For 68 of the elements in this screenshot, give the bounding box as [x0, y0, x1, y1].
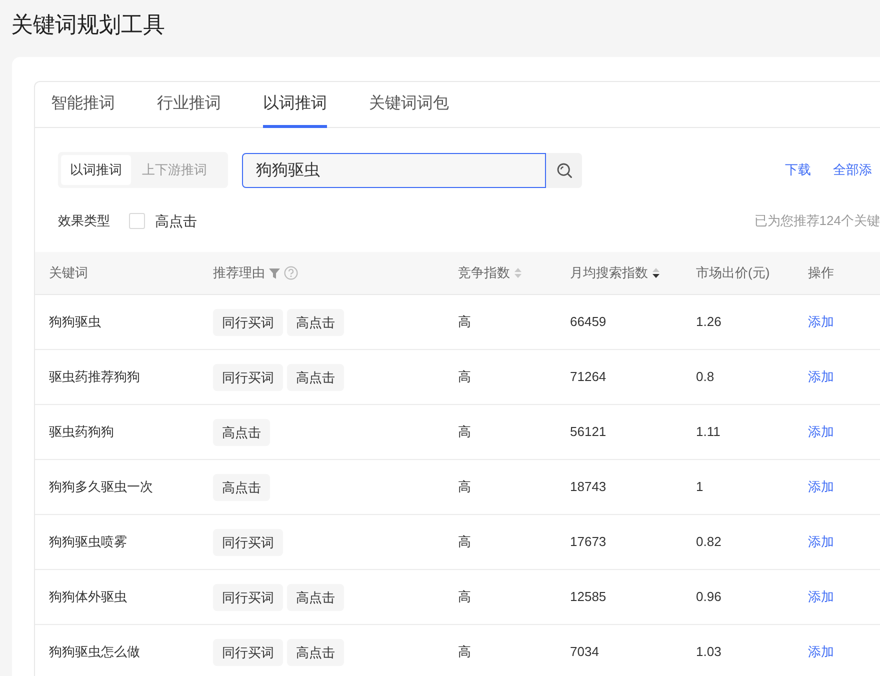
keyword-text: 狗狗多久驱虫一次	[49, 478, 153, 496]
add-link[interactable]: 添加	[808, 367, 834, 387]
reason-tag: 高点击	[287, 584, 344, 610]
search-index-text: 66459	[570, 313, 606, 332]
checkbox-label[interactable]: 高点击	[155, 210, 197, 232]
column-header: 推荐理由	[213, 264, 265, 282]
search-button[interactable]	[546, 152, 582, 188]
search-field[interactable]: 狗狗驱虫	[242, 152, 546, 188]
reason-tag: 高点击	[213, 474, 270, 500]
reason-tag: 高点击	[213, 418, 270, 446]
column-header: 关键词	[49, 264, 88, 282]
mode-option[interactable]: 上下游推词	[133, 155, 216, 185]
bid-text: 0.96	[696, 588, 722, 606]
competition-text: 高	[458, 588, 471, 606]
reason-tag: 同行买词	[213, 584, 283, 610]
column-header: 市场出价(元)	[696, 264, 770, 282]
download-link[interactable]: 下载	[785, 160, 811, 180]
tab[interactable]: 以词推词	[263, 82, 327, 128]
keyword-text: 狗狗驱虫怎么做	[49, 643, 140, 662]
page-title: 关键词规划工具	[10, 11, 166, 39]
add-link[interactable]: 添加	[808, 422, 834, 442]
add-link[interactable]: 添加	[808, 642, 834, 662]
competition-text: 高	[458, 478, 471, 496]
reason-tag: 高点击	[287, 364, 344, 390]
reason-tag: 同行买词	[213, 308, 283, 336]
search-icon	[556, 162, 572, 178]
reason-tag: 同行买词	[213, 528, 283, 556]
search-index-text: 17673	[570, 533, 606, 552]
checkbox[interactable]	[129, 213, 145, 229]
keyword-text: 狗狗驱虫	[49, 313, 101, 332]
column-header: 竞争指数	[458, 264, 510, 282]
reason-tag: 高点击	[287, 638, 344, 666]
mode-option[interactable]: 以词推词	[61, 155, 131, 185]
keyword-text: 驱虫药狗狗	[49, 423, 114, 442]
bid-text: 1.03	[696, 643, 722, 662]
reason-tag: 高点击	[287, 308, 344, 336]
competition-text: 高	[458, 643, 471, 662]
add-all-link[interactable]: 全部添	[833, 160, 872, 180]
competition-text: 高	[458, 368, 471, 386]
keyword-text: 驱虫药推荐狗狗	[49, 368, 140, 386]
add-link[interactable]: 添加	[808, 477, 834, 497]
competition-text: 高	[458, 533, 471, 552]
bid-text: 1.26	[696, 313, 722, 332]
summary-text: 已为您推荐124个关键	[754, 212, 880, 230]
bid-text: 1	[696, 478, 704, 496]
add-link[interactable]: 添加	[808, 312, 834, 332]
search-index-text: 56121	[570, 423, 606, 442]
tab[interactable]: 关键词词包	[369, 82, 449, 128]
competition-text: 高	[458, 423, 471, 442]
bid-text: 0.8	[696, 368, 714, 386]
filter-label: 效果类型	[58, 212, 110, 230]
column-header: 月均搜索指数	[570, 264, 648, 282]
search-index-text: 7034	[570, 643, 599, 662]
reason-tag: 同行买词	[213, 364, 283, 390]
competition-text: 高	[458, 313, 471, 332]
tab[interactable]: 行业推词	[157, 82, 221, 128]
bid-text: 1.11	[696, 423, 720, 442]
bid-text: 0.82	[696, 533, 722, 552]
add-link[interactable]: 添加	[808, 587, 834, 607]
keyword-text: 狗狗驱虫喷雾	[49, 533, 127, 552]
search-index-text: 18743	[570, 478, 606, 496]
add-link[interactable]: 添加	[808, 532, 834, 552]
reason-tag: 同行买词	[213, 638, 283, 666]
tab[interactable]: 智能推词	[51, 82, 115, 128]
keyword-text: 狗狗体外驱虫	[49, 588, 127, 606]
column-header: 操作	[808, 264, 834, 282]
search-index-text: 12585	[570, 588, 606, 606]
search-index-text: 71264	[570, 368, 606, 386]
